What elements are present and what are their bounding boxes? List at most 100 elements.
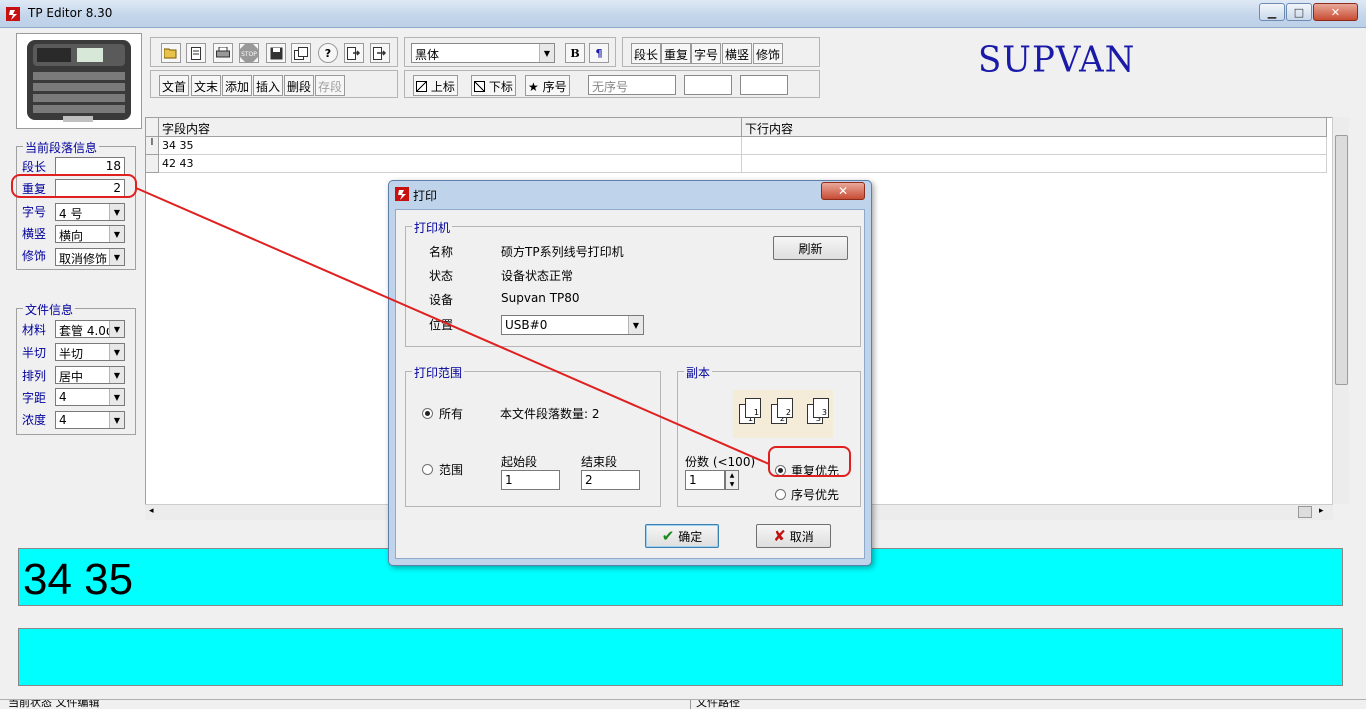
chevron-down-icon[interactable]: ▼ xyxy=(109,249,124,265)
minimize-button[interactable]: ▁ xyxy=(1259,3,1285,21)
orientation-value: 横向 xyxy=(59,229,84,243)
refresh-button[interactable]: 刷新 xyxy=(773,236,848,260)
column-header-next-line[interactable]: 下行内容 xyxy=(742,118,1327,137)
serial-end-field[interactable] xyxy=(740,75,788,95)
row-indicator[interactable] xyxy=(146,155,159,173)
scrollbar-thumb[interactable] xyxy=(1298,506,1312,518)
open-folder-icon[interactable] xyxy=(161,43,181,63)
window-title: TP Editor 8.30 xyxy=(28,6,113,20)
range-all-radio[interactable] xyxy=(422,408,433,419)
decoration-select[interactable]: 取消修饰 ▼ xyxy=(55,248,125,266)
scrollbar-thumb[interactable] xyxy=(1335,135,1348,385)
material-select[interactable]: 套管 4.0ω ▼ xyxy=(55,320,125,338)
maximize-button[interactable]: □ xyxy=(1286,3,1312,21)
copies-count-label: 份数 (<100) xyxy=(685,455,756,469)
orientation-button[interactable]: 横竖 xyxy=(722,43,753,64)
vertical-scrollbar[interactable] xyxy=(1332,117,1349,504)
repeat-first-label[interactable]: 重复优先 xyxy=(791,462,839,479)
print-icon[interactable] xyxy=(213,43,233,63)
alignment-select[interactable]: 居中 ▼ xyxy=(55,366,125,384)
repeat-label: 重复 xyxy=(22,182,47,196)
decoration-button[interactable]: 修饰 xyxy=(753,43,784,64)
subscript-button[interactable]: 下标 xyxy=(471,75,516,96)
font-name-select[interactable]: 黑体 ▼ xyxy=(411,43,555,63)
row-indicator[interactable]: I xyxy=(146,137,159,155)
print-dialog: 打印 ✕ 打印机 名称 硕方TP系列线号打印机 状态 设备状态正常 设备 Sup… xyxy=(388,180,872,566)
chevron-down-icon[interactable]: ▼ xyxy=(628,316,643,334)
printer-location-select[interactable]: USB#0 ▼ xyxy=(501,315,644,335)
range-partial-label[interactable]: 范围 xyxy=(439,461,463,478)
printer-status-value: 设备状态正常 xyxy=(501,269,574,283)
add-segment-button[interactable]: 添加 xyxy=(222,75,253,96)
chevron-down-icon[interactable]: ▼ xyxy=(109,412,124,428)
bold-button[interactable]: B xyxy=(565,43,585,63)
chevron-down-icon[interactable]: ▼ xyxy=(109,226,124,242)
segment-length-button[interactable]: 段长 xyxy=(631,43,662,64)
range-partial-radio[interactable] xyxy=(422,464,433,475)
paragraph-mark-button[interactable]: ¶ xyxy=(589,43,609,63)
repeat-field[interactable]: 2 xyxy=(55,179,125,197)
chevron-down-icon[interactable]: ▼ xyxy=(109,321,124,337)
spin-up-icon[interactable]: ▲ xyxy=(726,471,738,480)
table-cell-next-line[interactable] xyxy=(742,137,1327,155)
table-cell-content[interactable]: 42 43 xyxy=(159,155,742,173)
chevron-down-icon[interactable]: ▼ xyxy=(109,204,124,220)
page-number: 2 xyxy=(785,408,791,417)
range-all-label[interactable]: 所有 xyxy=(439,405,463,422)
close-button[interactable]: ✕ xyxy=(1313,3,1358,21)
table-cell-content[interactable]: 34 35 xyxy=(159,137,742,155)
printer-device-picture xyxy=(27,40,131,122)
alignment-value: 居中 xyxy=(59,370,84,384)
edit-toolbar: 文首 文末 添加 插入 删段 存段 xyxy=(150,70,398,98)
serial-first-label[interactable]: 序号优先 xyxy=(791,486,839,503)
density-select[interactable]: 4 ▼ xyxy=(55,411,125,429)
chevron-down-icon[interactable]: ▼ xyxy=(109,367,124,383)
go-file-start-button[interactable]: 文首 xyxy=(159,75,190,96)
save-segment-button[interactable]: 存段 xyxy=(315,75,346,96)
repeat-first-radio[interactable] xyxy=(775,465,786,476)
serial-start-field[interactable] xyxy=(684,75,732,95)
scroll-right-icon[interactable]: ▸ xyxy=(1319,506,1324,516)
serial-number-button[interactable]: ★ 序号 xyxy=(525,75,570,96)
superscript-button[interactable]: 上标 xyxy=(413,75,458,96)
new-document-icon[interactable] xyxy=(186,43,206,63)
import-icon[interactable] xyxy=(370,43,390,63)
save-icon[interactable] xyxy=(266,43,286,63)
export-icon[interactable] xyxy=(344,43,364,63)
go-file-end-button[interactable]: 文末 xyxy=(191,75,222,96)
dialog-close-button[interactable]: ✕ xyxy=(821,182,865,200)
font-size-button[interactable]: 字号 xyxy=(691,43,722,64)
superscript-label: 上标 xyxy=(430,80,455,94)
copies-count-input[interactable]: 1 xyxy=(685,470,725,490)
half-cut-select[interactable]: 半切 ▼ xyxy=(55,343,125,361)
spin-down-icon[interactable]: ▼ xyxy=(726,480,738,489)
serial-number-field[interactable]: 无序号 xyxy=(588,75,676,95)
repeat-button[interactable]: 重复 xyxy=(661,43,692,64)
segment-length-field[interactable]: 18 xyxy=(55,157,125,175)
char-spacing-select[interactable]: 4 ▼ xyxy=(55,388,125,406)
orientation-select[interactable]: 横向 ▼ xyxy=(55,225,125,243)
chevron-down-icon[interactable]: ▼ xyxy=(109,389,124,405)
x-mark-icon: ✘ xyxy=(773,527,786,545)
start-segment-input[interactable]: 1 xyxy=(501,470,560,490)
stop-icon[interactable]: STOP xyxy=(239,43,259,63)
table-cell-next-line[interactable] xyxy=(742,155,1327,173)
chevron-down-icon[interactable]: ▼ xyxy=(539,44,554,62)
insert-segment-button[interactable]: 插入 xyxy=(253,75,284,96)
cancel-button[interactable]: ✘ 取消 xyxy=(756,524,831,548)
status-divider xyxy=(690,700,691,709)
copies-spinner[interactable]: ▲ ▼ xyxy=(725,470,739,490)
chevron-down-icon[interactable]: ▼ xyxy=(109,344,124,360)
delete-segment-button[interactable]: 删段 xyxy=(284,75,315,96)
copy-icon[interactable] xyxy=(291,43,311,63)
decoration-value: 取消修饰 xyxy=(59,252,108,266)
ok-button[interactable]: ✔ 确定 xyxy=(645,524,719,548)
half-cut-value: 半切 xyxy=(59,347,84,361)
end-segment-input[interactable]: 2 xyxy=(581,470,640,490)
scroll-left-icon[interactable]: ◂ xyxy=(149,506,154,516)
column-header-content[interactable]: 字段内容 xyxy=(159,118,742,137)
half-cut-label: 半切 xyxy=(22,346,47,360)
font-size-select[interactable]: 4 号 ▼ xyxy=(55,203,125,221)
help-icon[interactable]: ? xyxy=(318,43,338,63)
serial-first-radio[interactable] xyxy=(775,489,786,500)
